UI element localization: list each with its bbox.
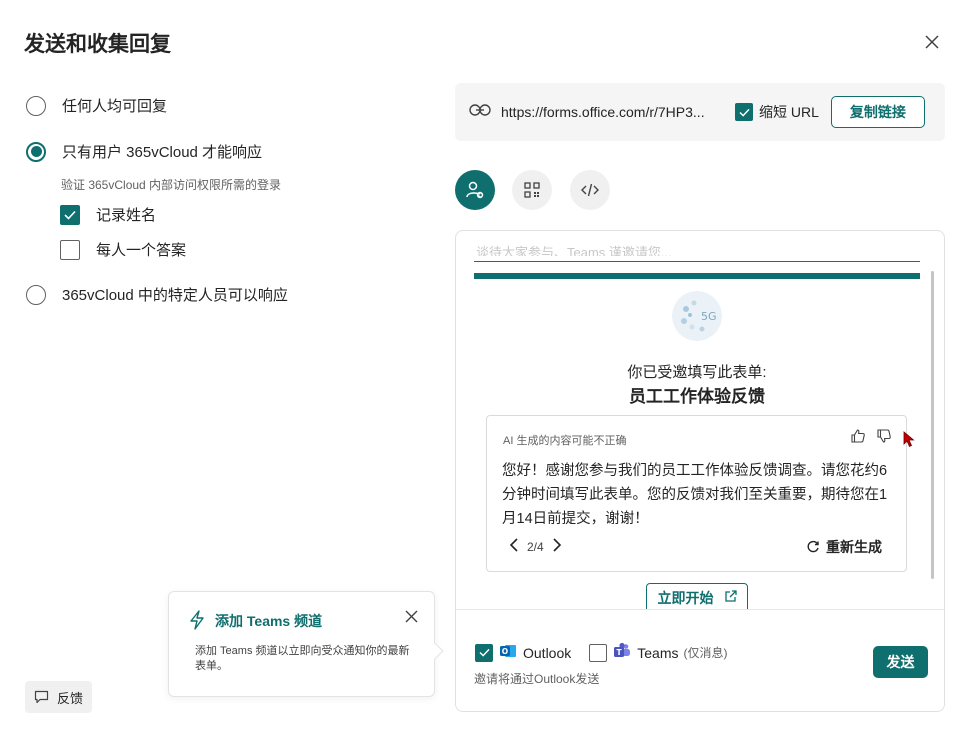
option-anyone-label: 任何人均可回复 (62, 98, 168, 115)
form-url[interactable]: https://forms.office.com/r/7HP3... (501, 104, 721, 120)
copy-link-button[interactable]: 复制链接 (830, 96, 925, 128)
option-org-only-label: 只有用户 365vCloud 才能响应 (62, 144, 263, 161)
chevron-right-icon[interactable] (552, 538, 562, 555)
svg-text:O: O (502, 647, 508, 656)
shorten-url-toggle[interactable]: 缩短 URL (735, 102, 819, 122)
option-specific-people[interactable]: 365vCloud 中的特定人员可以响应 (26, 284, 288, 305)
option-specific-label: 365vCloud 中的特定人员可以响应 (62, 287, 288, 304)
svg-text:5G: 5G (701, 310, 717, 323)
shorten-url-check[interactable] (735, 103, 753, 121)
start-now-label: 立即开始 (657, 590, 714, 606)
preview-accent-bar (474, 273, 920, 279)
embed-code-icon[interactable] (570, 170, 610, 210)
option-anyone[interactable]: 任何人均可回复 (26, 95, 167, 116)
checkbox-one-response[interactable]: 每人一个答案 (60, 239, 186, 260)
open-external-icon (724, 590, 737, 606)
record-name-check[interactable] (60, 204, 80, 225)
outlook-check[interactable] (475, 643, 493, 662)
preview-scrollbar[interactable] (931, 271, 934, 579)
teams-channel-callout: 添加 Teams 频道 添加 Teams 频道以立即向受众通知你的最新表单。 (168, 591, 435, 697)
mouse-cursor-icon (903, 431, 915, 453)
teams-sub-label: (仅消息) (683, 646, 728, 660)
thumbs-up-icon[interactable] (850, 428, 866, 449)
ai-pager: 2/4 (509, 538, 562, 555)
refresh-icon (806, 540, 820, 554)
teams-label: Teams (637, 644, 679, 661)
teams-icon: T (613, 642, 631, 663)
regenerate-label: 重新生成 (826, 539, 882, 555)
callout-body: 添加 Teams 频道以立即向受众通知你的最新表单。 (195, 645, 410, 672)
send-options: O Outlook T Teams (仅消息) 邀请将通过Outlook发送 发… (456, 609, 944, 711)
form-title: 员工工作体验反馈 (629, 387, 765, 406)
org-login-note: 验证 365vCloud 内部访问权限所需的登录 (61, 178, 282, 192)
record-name-label: 记录姓名 (96, 207, 157, 224)
form-avatar: 5G (672, 291, 722, 341)
ai-disclaimer: AI 生成的内容可能不正确 (503, 435, 627, 447)
invite-people-icon[interactable] (455, 170, 495, 210)
shorten-url-label: 缩短 URL (759, 104, 819, 120)
ai-generated-message[interactable]: 您好！感谢您参与我们的员工工作体验反馈调查。请您花约6分钟时间填写此表单。您的反… (502, 459, 894, 531)
send-channels: O Outlook T Teams (仅消息) (475, 642, 727, 663)
option-org-only[interactable]: 只有用户 365vCloud 才能响应 (26, 141, 262, 162)
one-response-check[interactable] (60, 239, 80, 260)
outlook-label: Outlook (523, 644, 572, 661)
regenerate-button[interactable]: 重新生成 (806, 537, 882, 557)
checkbox-record-name[interactable]: 记录姓名 (60, 204, 156, 225)
feedback-label: 反馈 (56, 690, 83, 706)
feedback-button[interactable]: 反馈 (25, 681, 92, 713)
send-button[interactable]: 发送 (873, 646, 928, 678)
radio-org-only[interactable] (26, 141, 46, 162)
link-icon (469, 103, 491, 122)
dialog-title: 发送和收集回复 (24, 33, 171, 56)
invite-line: 你已受邀填写此表单: (627, 364, 767, 381)
chevron-left-icon[interactable] (509, 538, 519, 555)
comment-icon (34, 690, 49, 704)
close-icon[interactable] (920, 30, 944, 54)
callout-title: 添加 Teams 频道 (215, 613, 323, 629)
link-bar: https://forms.office.com/r/7HP3... 缩短 UR… (455, 83, 945, 141)
invite-preview-card: 谈待大家参与、Teams 谨邀请您... 5G 你已受邀填写此表单: 员工工作体… (455, 230, 945, 712)
radio-anyone[interactable] (26, 95, 46, 116)
qr-code-icon[interactable] (512, 170, 552, 210)
ai-message-box: AI 生成的内容可能不正确 您好！感谢您参与我们的员工工作体验反馈调查。请您花约… (486, 415, 907, 572)
faded-preview-text: 谈待大家参与、Teams 谨邀请您... (476, 245, 672, 256)
outlook-icon: O (499, 642, 517, 663)
svg-text:T: T (617, 648, 623, 657)
one-response-label: 每人一个答案 (96, 242, 187, 259)
callout-close-icon[interactable] (405, 610, 418, 628)
ai-rating (850, 428, 892, 449)
lightning-icon (189, 610, 205, 635)
preview-divider (474, 261, 920, 262)
send-via-note: 邀请将通过Outlook发送 (474, 672, 600, 686)
page-indicator: 2/4 (527, 539, 544, 554)
radio-specific-people[interactable] (26, 284, 46, 305)
thumbs-down-icon[interactable] (876, 428, 892, 449)
teams-check[interactable] (589, 643, 608, 662)
